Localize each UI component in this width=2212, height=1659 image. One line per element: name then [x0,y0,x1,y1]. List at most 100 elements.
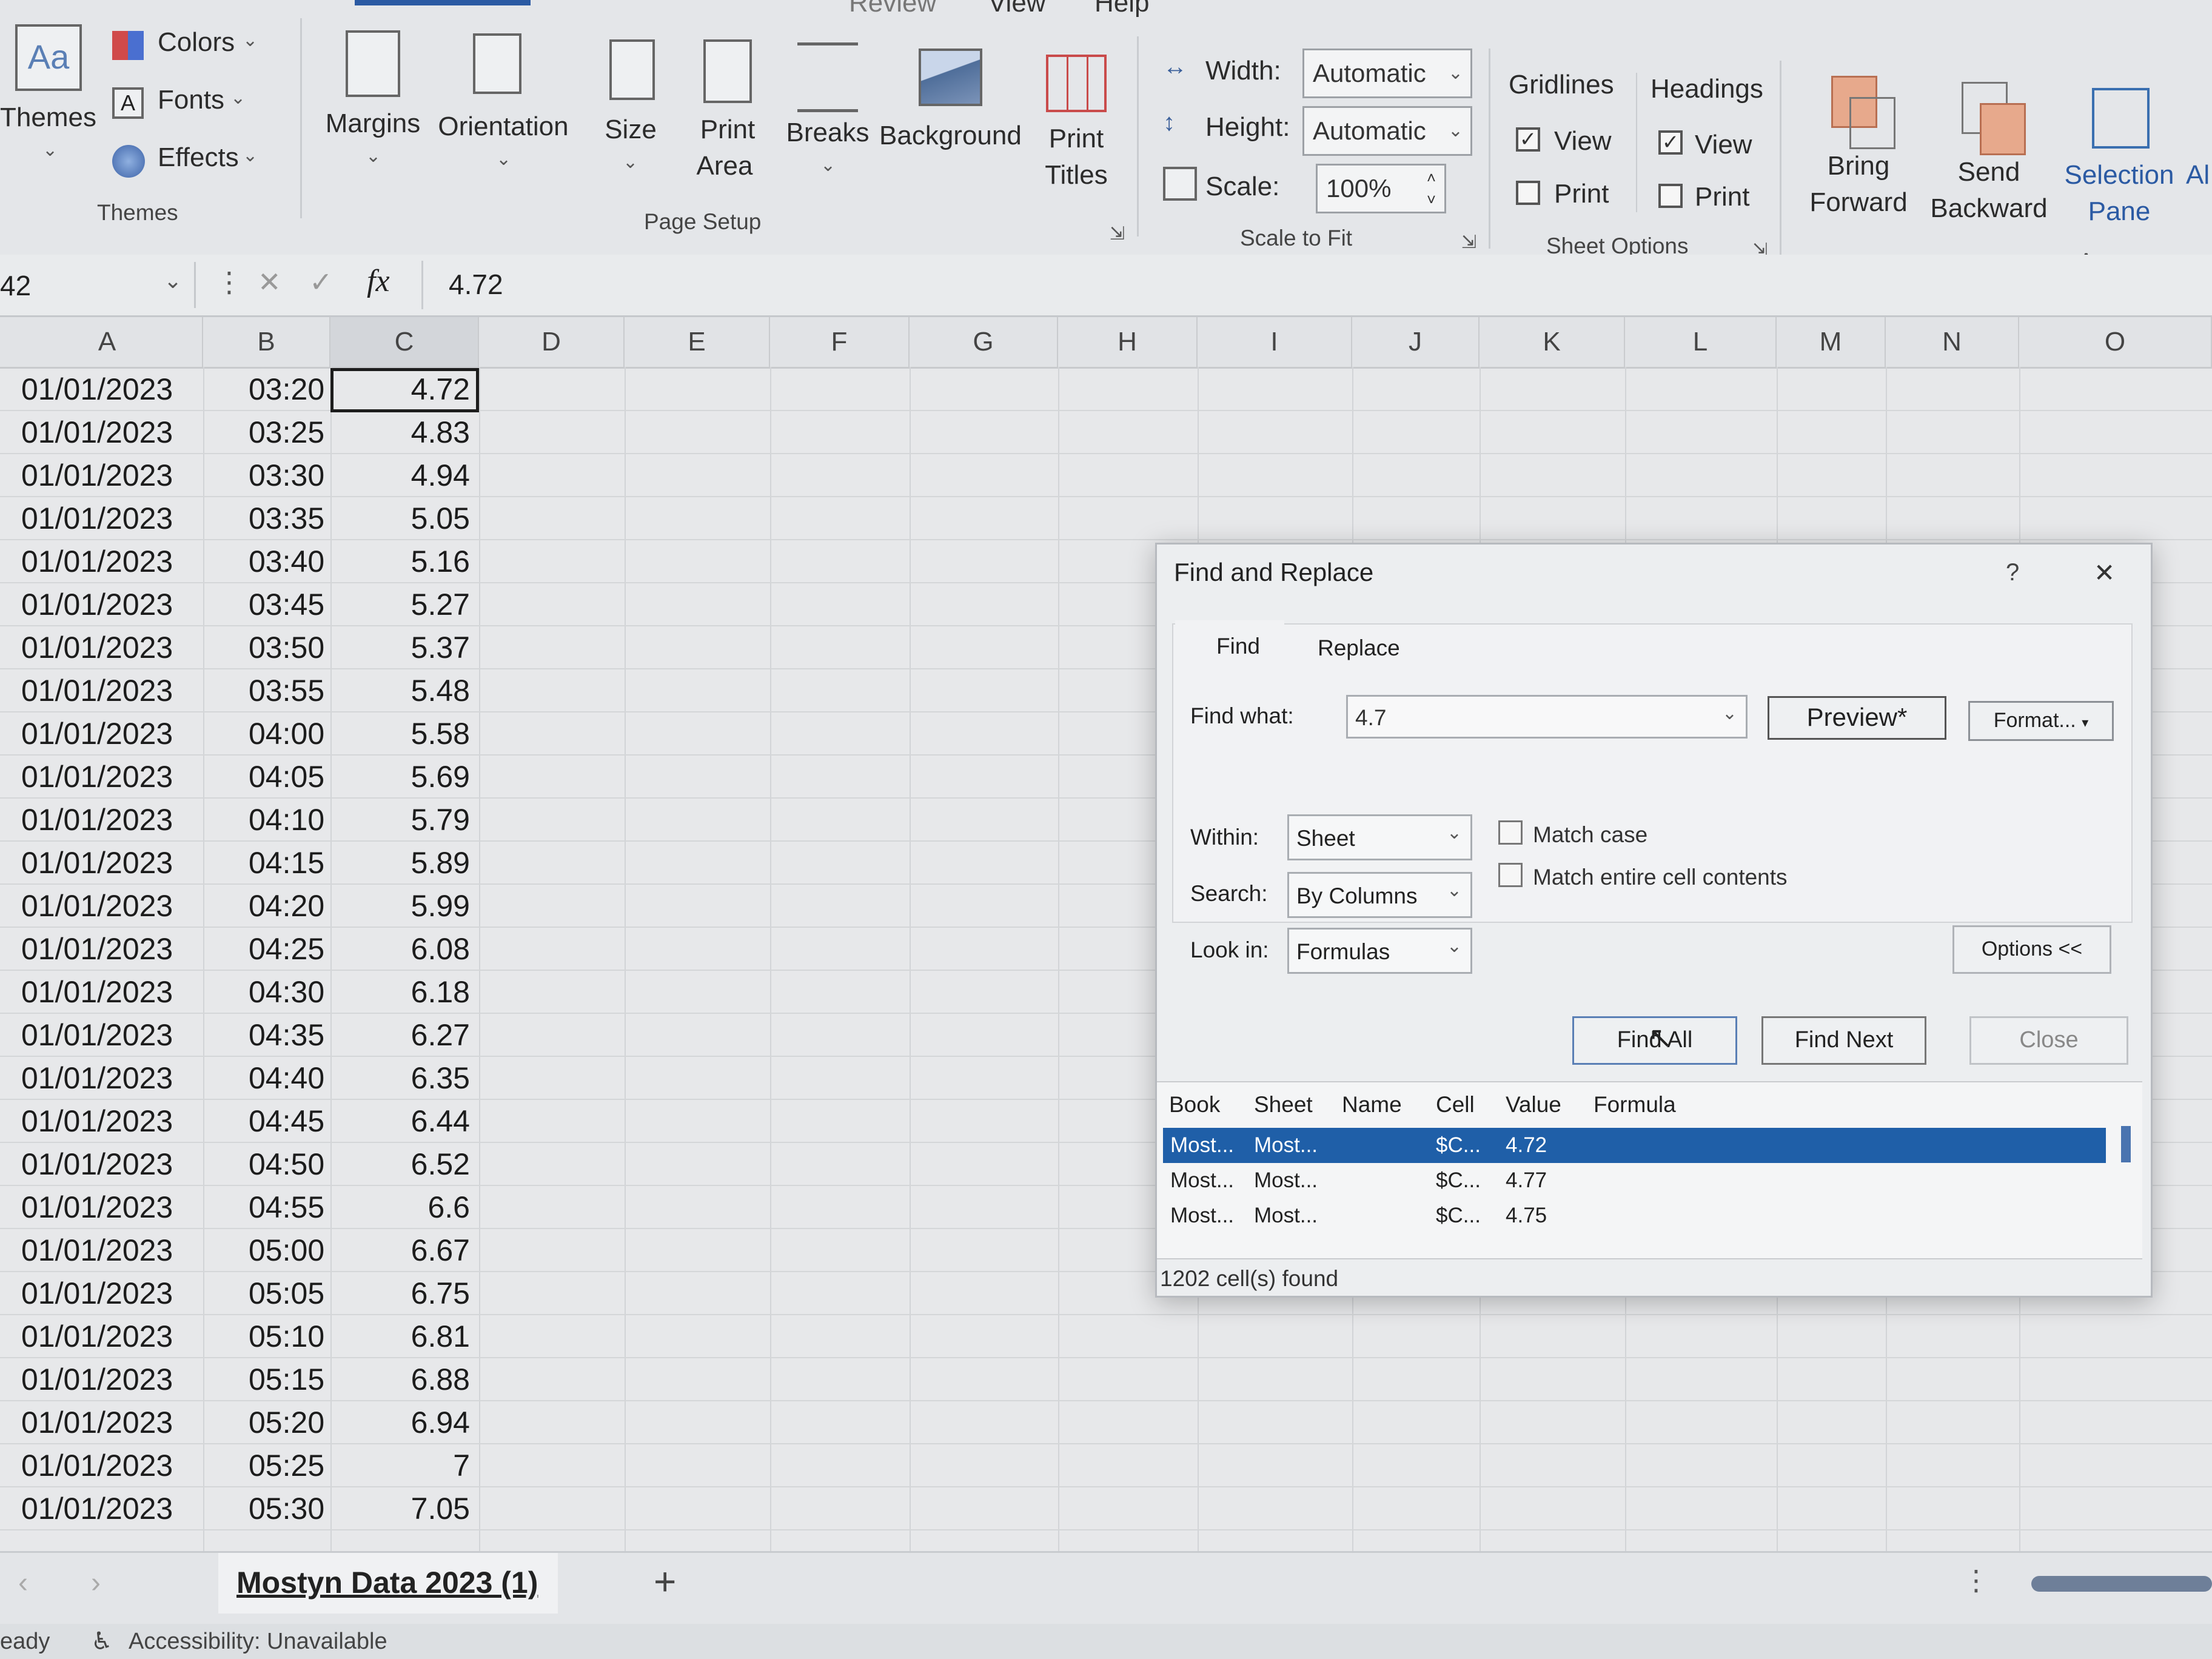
cell-date[interactable]: 01/01/2023 [21,1358,173,1401]
cell-time[interactable]: 03:35 [249,497,324,540]
print-titles-button[interactable]: Print Titles [1025,45,1128,203]
cell-time[interactable]: 04:35 [249,1014,324,1056]
tab-replace[interactable]: Replace [1318,635,1400,661]
col-header-cell[interactable]: Cell [1436,1092,1475,1118]
cell-date[interactable]: 01/01/2023 [21,1272,173,1315]
cell-value[interactable]: 6.27 [330,1014,470,1056]
cell-date[interactable]: 01/01/2023 [21,1143,173,1185]
col-header-sheet[interactable]: Sheet [1254,1092,1313,1118]
cell-value[interactable]: 4.94 [330,454,470,497]
cell-value[interactable]: 5.79 [330,799,470,841]
cell-date[interactable]: 01/01/2023 [21,1401,173,1444]
scroll-right-icon[interactable]: › [91,1566,101,1600]
cell-time[interactable]: 04:20 [249,885,324,927]
cell-value[interactable]: 5.99 [330,885,470,927]
cell-value[interactable]: 5.89 [330,842,470,884]
more-options-icon[interactable]: ⋮ [215,266,243,298]
cell-date[interactable]: 01/01/2023 [21,454,173,497]
cell-time[interactable]: 05:20 [249,1401,324,1444]
find-what-input[interactable]: 4.7 ⌄ [1346,695,1748,739]
gridlines-print-checkbox[interactable] [1516,181,1540,205]
cancel-icon[interactable]: ✕ [258,266,281,298]
print-area-button[interactable]: Print Area [679,33,776,191]
cell-time[interactable]: 03:30 [249,454,324,497]
cell-date[interactable]: 01/01/2023 [21,756,173,798]
cell-date[interactable]: 01/01/2023 [21,971,173,1013]
height-select[interactable]: Automatic ⌄ [1302,106,1472,156]
column-header-n[interactable]: N [1886,317,2019,367]
cell-time[interactable]: 05:25 [249,1444,324,1487]
col-header-value[interactable]: Value [1506,1092,1561,1118]
close-icon[interactable]: ✕ [2094,558,2115,588]
find-next-button[interactable]: Find Next [1761,1016,1926,1065]
cell-value[interactable]: 7.05 [330,1487,470,1530]
column-header-h[interactable]: H [1058,317,1198,367]
look-in-select[interactable]: Formulas ⌄ [1287,928,1472,974]
spin-down-icon[interactable]: ˅ [1427,176,1436,223]
breaks-button[interactable]: Breaks ⌄ [779,36,876,194]
effects-button[interactable]: Effects ⌄ [112,142,270,179]
cell-time[interactable]: 05:30 [249,1487,324,1530]
search-select[interactable]: By Columns ⌄ [1287,872,1472,918]
background-button[interactable]: Background [879,42,1022,176]
colors-button[interactable]: Colors ⌄ [112,27,270,64]
cell-value[interactable]: 7 [330,1444,470,1487]
cell-time[interactable]: 04:45 [249,1100,324,1142]
format-button[interactable]: Format... ▾ [1968,701,2114,741]
menu-help[interactable]: Help [1094,0,1150,18]
size-button[interactable]: Size ⌄ [591,30,670,188]
cell-time[interactable]: 03:55 [249,669,324,712]
fonts-button[interactable]: A Fonts ⌄ [112,85,270,121]
more-options-icon[interactable]: ⋮ [1962,1564,1990,1597]
cell-date[interactable]: 01/01/2023 [21,928,173,970]
cell-time[interactable]: 04:50 [249,1143,324,1185]
cell-date[interactable]: 01/01/2023 [21,669,173,712]
scroll-left-icon[interactable]: ‹ [18,1566,28,1600]
column-header-a[interactable]: A [12,317,203,367]
cell-date[interactable]: 01/01/2023 [21,1487,173,1530]
cell-date[interactable]: 01/01/2023 [21,885,173,927]
column-header-m[interactable]: M [1777,317,1886,367]
result-row[interactable]: Most... Most... $C... 4.77 [1163,1163,2106,1198]
result-row[interactable]: Most... Most... $C... 4.72 [1163,1128,2106,1163]
preview-button[interactable]: Preview* [1768,696,1946,740]
cell-time[interactable]: 03:20 [249,368,324,411]
cell-time[interactable]: 04:15 [249,842,324,884]
cell-date[interactable]: 01/01/2023 [21,583,173,626]
cell-date[interactable]: 01/01/2023 [21,1315,173,1358]
confirm-icon[interactable]: ✓ [309,266,333,298]
match-case-checkbox[interactable] [1498,820,1523,845]
horizontal-scrollbar[interactable] [2031,1576,2212,1592]
cell-date[interactable]: 01/01/2023 [21,1014,173,1056]
cell-value[interactable]: 6.88 [330,1358,470,1401]
send-backward-button[interactable]: Send Backward [1928,79,2049,236]
cell-value[interactable]: 6.67 [330,1229,470,1272]
width-select[interactable]: Automatic ⌄ [1302,49,1472,98]
cell-value[interactable]: 5.48 [330,669,470,712]
selection-pane-button[interactable]: Selection Pane [2059,82,2180,240]
cell-time[interactable]: 04:40 [249,1057,324,1099]
cell-value[interactable]: 5.37 [330,626,470,669]
margins-button[interactable]: Margins ⌄ [318,24,427,182]
cell-time[interactable]: 03:40 [249,540,324,583]
column-header-b[interactable]: B [203,317,330,367]
cell-value[interactable]: 5.05 [330,497,470,540]
column-header-c[interactable]: C [330,317,479,367]
col-header-name[interactable]: Name [1342,1092,1402,1118]
cell-value[interactable]: 6.08 [330,928,470,970]
gridlines-view-checkbox[interactable]: ✓ [1516,127,1540,152]
cell-time[interactable]: 04:00 [249,712,324,755]
cell-time[interactable]: 05:05 [249,1272,324,1315]
col-header-book[interactable]: Book [1169,1092,1220,1118]
cell-date[interactable]: 01/01/2023 [21,799,173,841]
options-button[interactable]: Options << [1952,925,2111,974]
cell-time[interactable]: 04:10 [249,799,324,841]
help-icon[interactable]: ? [2006,559,2019,586]
cell-time[interactable]: 05:00 [249,1229,324,1272]
orientation-button[interactable]: Orientation ⌄ [431,27,576,185]
sheet-tab-active[interactable]: Mostyn Data 2023 (1) [218,1553,558,1614]
column-header-k[interactable]: K [1480,317,1625,367]
column-header-e[interactable]: E [625,317,770,367]
align-label[interactable]: Al [2186,158,2210,193]
cell-value[interactable]: 6.94 [330,1401,470,1444]
